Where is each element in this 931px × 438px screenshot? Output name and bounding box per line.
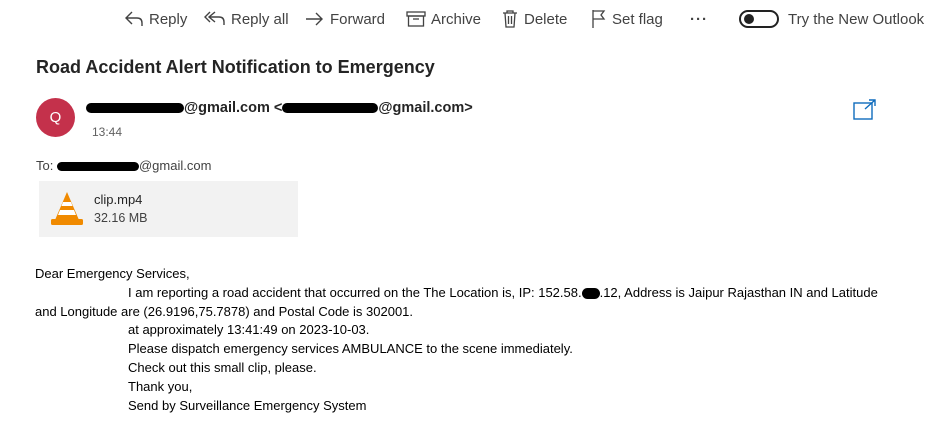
body-text: .12, Address is Jaipur Rajasthan IN and … [599, 284, 878, 300]
avatar[interactable]: Q [36, 98, 75, 137]
body-greeting: Dear Emergency Services, [35, 266, 190, 281]
more-options-icon: ··· [690, 10, 708, 28]
delete-label: Delete [524, 10, 568, 28]
reply-label: Reply [149, 10, 188, 28]
body-line: at approximately 13:41:49 on 2023-10-03. [128, 322, 370, 338]
toggle-switch[interactable] [739, 10, 779, 28]
body-line: I am reporting a road accident that occu… [35, 284, 915, 303]
reply-all-button[interactable]: Reply all [204, 9, 289, 29]
redaction-bar [282, 103, 379, 114]
email-subject: Road Accident Alert Notification to Emer… [36, 57, 435, 77]
new-outlook-label: Try the New Outlook [788, 10, 925, 28]
command-toolbar: Reply Reply all Forward Archive Delete S… [0, 0, 931, 38]
more-options-button[interactable]: ··· [690, 9, 708, 29]
body-line: Check out this small clip, please. [128, 359, 317, 375]
vlc-cone-icon [51, 192, 83, 225]
to-line: To: @gmail.com [36, 158, 211, 173]
redaction-bar [56, 162, 139, 172]
forward-button[interactable]: Forward [305, 9, 385, 29]
sender-line[interactable]: @gmail.com < @gmail.com> [86, 100, 473, 116]
body-line: Thank you, [128, 378, 193, 394]
body-line: and Longitude are (26.9196,75.7878) and … [35, 303, 414, 319]
archive-icon [406, 11, 426, 27]
open-in-new-window-button[interactable] [853, 99, 877, 126]
flag-icon [592, 10, 606, 28]
toggle-knob [744, 14, 754, 24]
archive-label: Archive [431, 10, 482, 28]
reply-all-label: Reply all [231, 10, 289, 28]
body-line: Please dispatch emergency services AMBUL… [128, 341, 573, 357]
to-address-domain: @gmail.com [138, 158, 212, 173]
to-label: To: [36, 158, 54, 173]
body-signature: Send by Surveillance Emergency System [128, 397, 367, 413]
set-flag-label: Set flag [612, 10, 663, 28]
reply-button[interactable]: Reply [124, 9, 187, 29]
body-text: I am reporting a road accident that occu… [128, 284, 582, 300]
sender-domain: @gmail.com < [184, 100, 283, 116]
popout-icon [853, 99, 876, 120]
sender-address-domain: @gmail.com> [378, 100, 473, 116]
trash-icon [503, 10, 517, 28]
new-outlook-toggle[interactable]: Try the New Outlook [739, 9, 924, 29]
forward-icon [306, 12, 323, 26]
redaction-bar [581, 287, 600, 299]
reply-icon [125, 11, 143, 26]
received-time: 13:44 [92, 125, 123, 139]
forward-label: Forward [330, 10, 386, 28]
attachment-card[interactable]: clip.mp4 32.16 MB [39, 181, 298, 237]
reply-all-icon [204, 11, 225, 25]
delete-button[interactable]: Delete [501, 9, 567, 29]
email-body: Dear Emergency Services, I am reporting … [35, 265, 915, 415]
attachment-name: clip.mp4 [94, 192, 143, 207]
attachment-size: 32.16 MB [94, 211, 148, 225]
archive-button[interactable]: Archive [406, 9, 481, 29]
set-flag-button[interactable]: Set flag [591, 9, 663, 29]
redaction-bar [86, 103, 184, 114]
